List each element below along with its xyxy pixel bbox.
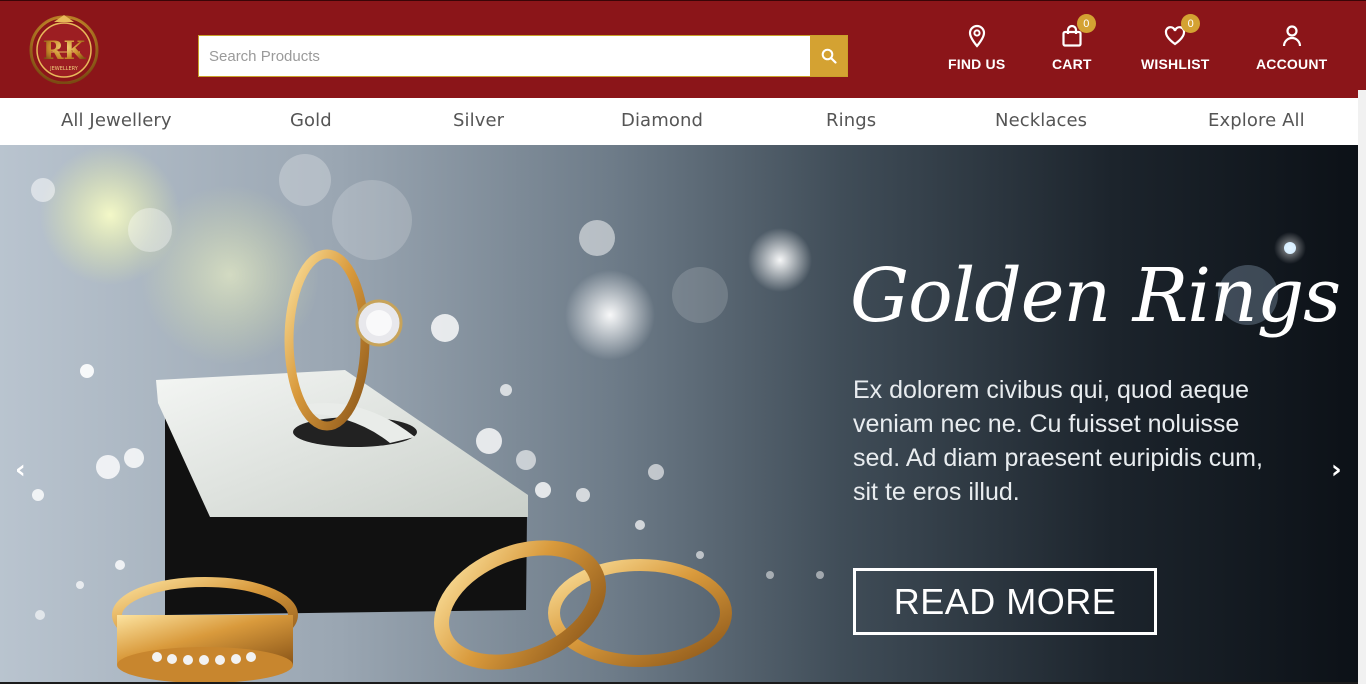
cart-label: CART [1052, 56, 1092, 72]
category-gold[interactable]: Gold [290, 110, 332, 131]
read-more-button[interactable]: READ MORE [853, 568, 1157, 635]
find-us-link[interactable]: FIND US [948, 23, 1005, 72]
page-scrollbar[interactable] [1358, 90, 1366, 684]
hero-slider: Golden Rings Ex dolorem civibus qui, quo… [0, 145, 1358, 682]
category-necklaces[interactable]: Necklaces [995, 110, 1087, 131]
slider-prev-arrow[interactable]: ‹ [15, 457, 26, 483]
cart-count-badge: 0 [1076, 14, 1096, 33]
wishlist-label: WISHLIST [1141, 56, 1210, 72]
hero-title: Golden Rings [850, 253, 1341, 339]
category-all-jewellery[interactable]: All Jewellery [61, 110, 172, 131]
header-nav: FIND US 0 CART 0 WISHLIST ACCOUNT [0, 14, 1366, 83]
slider-next-arrow[interactable]: › [1331, 457, 1342, 483]
account-label: ACCOUNT [1256, 56, 1328, 72]
map-pin-icon [968, 24, 985, 48]
category-rings[interactable]: Rings [826, 110, 876, 131]
account-link[interactable]: ACCOUNT [1256, 23, 1327, 72]
category-nav: All Jewellery Gold Silver Diamond Rings … [0, 98, 1358, 145]
wishlist-link[interactable]: 0 WISHLIST [1141, 14, 1210, 72]
wishlist-count-badge: 0 [1181, 14, 1201, 33]
category-silver[interactable]: Silver [453, 110, 504, 131]
find-us-label: FIND US [948, 56, 1006, 72]
site-header: RK JEWELLERY FIND US [0, 0, 1366, 98]
category-explore-all[interactable]: Explore All [1208, 110, 1305, 131]
category-diamond[interactable]: Diamond [621, 110, 703, 131]
cart-link[interactable]: 0 CART [1052, 14, 1096, 72]
hero-description: Ex dolorem civibus qui, quod aeque venia… [853, 376, 1263, 506]
user-icon [1282, 25, 1301, 47]
